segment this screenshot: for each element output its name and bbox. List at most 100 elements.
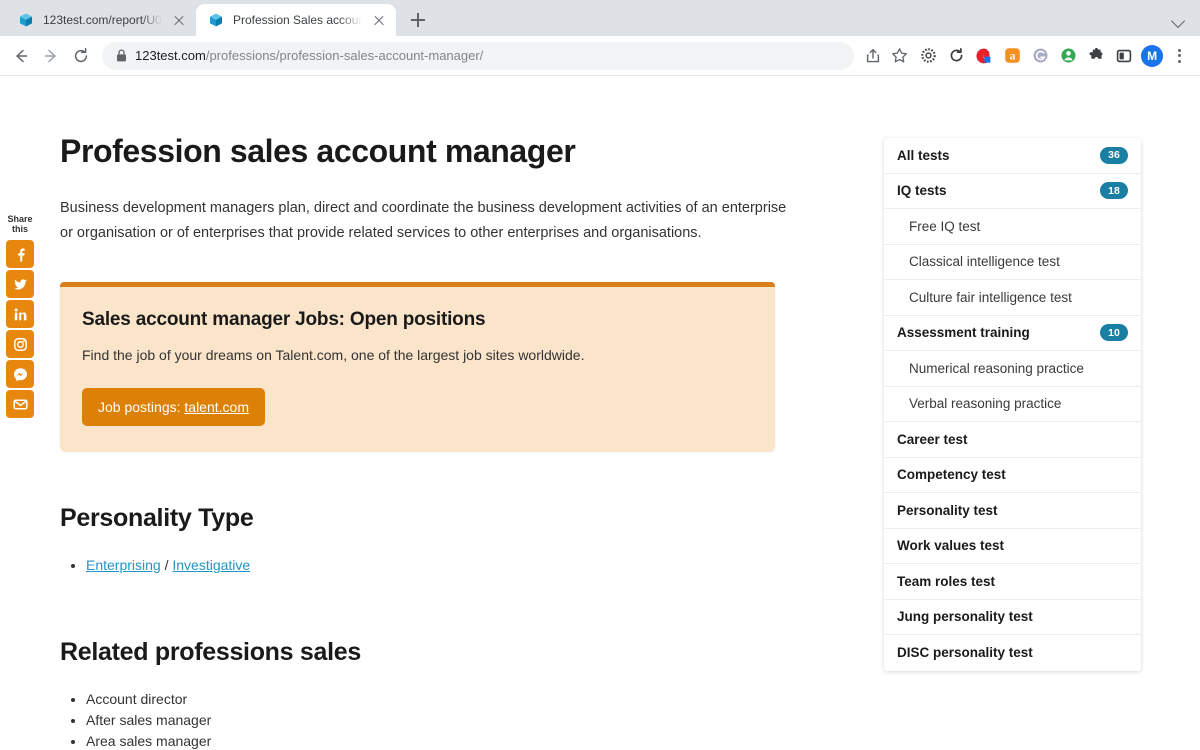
list-item: Account director bbox=[86, 689, 790, 710]
close-icon[interactable] bbox=[371, 12, 387, 28]
list-item: Enterprising / Investigative bbox=[86, 555, 790, 576]
sidebar-item-team-roles-test[interactable]: Team roles test bbox=[884, 564, 1141, 600]
url-path: /professions/profession-sales-account-ma… bbox=[205, 47, 484, 63]
sidebar-item-culture-fair-intelligence-test[interactable]: Culture fair intelligence test bbox=[884, 280, 1141, 316]
sidebar-item-label: Culture fair intelligence test bbox=[909, 289, 1072, 305]
link-separator: / bbox=[160, 557, 173, 573]
sidepanel-icon[interactable] bbox=[1110, 42, 1138, 70]
sidebar-item-free-iq-test[interactable]: Free IQ test bbox=[884, 209, 1141, 245]
extensions-group: a M bbox=[914, 42, 1192, 70]
back-button[interactable] bbox=[6, 41, 36, 71]
share-icon[interactable] bbox=[860, 43, 886, 69]
browser-tab-1[interactable]: 123test.com/report/U0Q3JSN0 bbox=[6, 4, 196, 36]
address-bar[interactable]: 123test.com/professions/profession-sales… bbox=[102, 41, 854, 70]
status-badge: 18 bbox=[1100, 182, 1128, 200]
browser-toolbar: 123test.com/professions/profession-sales… bbox=[0, 36, 1200, 76]
share-label-line1: Share bbox=[7, 214, 33, 224]
page-title: Profession sales account manager bbox=[60, 133, 576, 169]
sidebar-item-numerical-reasoning-practice[interactable]: Numerical reasoning practice bbox=[884, 351, 1141, 387]
messenger-icon bbox=[13, 367, 27, 381]
new-tab-button[interactable] bbox=[404, 6, 432, 34]
email-icon bbox=[12, 398, 28, 410]
sidebar-item-classical-intelligence-test[interactable]: Classical intelligence test bbox=[884, 245, 1141, 280]
sidebar-item-label: IQ tests bbox=[897, 183, 947, 199]
amazon-extension-icon[interactable]: a bbox=[998, 42, 1026, 70]
instagram-icon bbox=[13, 337, 27, 351]
green-person-extension-icon[interactable] bbox=[1054, 42, 1082, 70]
sidebar-item-label: Team roles test bbox=[897, 573, 996, 589]
sidebar-item-competency-test[interactable]: Competency test bbox=[884, 458, 1141, 493]
cta-link-text: talent.com bbox=[184, 399, 249, 415]
related-professions-heading: Related professions sales bbox=[60, 638, 361, 666]
puzzle-extensions-icon[interactable] bbox=[1082, 42, 1110, 70]
close-icon[interactable] bbox=[171, 12, 187, 28]
share-rail-label: Share this bbox=[7, 214, 32, 234]
tab-title: Profession Sales account mana bbox=[233, 13, 362, 27]
sidebar-item-label: Work values test bbox=[897, 538, 1005, 554]
list-item: Area sales manager bbox=[86, 731, 790, 750]
sidebar-item-iq-tests[interactable]: IQ tests 18 bbox=[884, 174, 1141, 209]
sidebar-item-label: Assessment training bbox=[897, 325, 1030, 341]
kebab-menu-icon[interactable] bbox=[1166, 42, 1192, 70]
sidebar-item-label: Numerical reasoning practice bbox=[909, 360, 1084, 376]
tab-strip: 123test.com/report/U0Q3JSN0 Profession S… bbox=[0, 0, 1200, 36]
share-label-line2: this bbox=[11, 224, 28, 234]
twitter-share-button[interactable] bbox=[6, 270, 34, 298]
avatar-initial: M bbox=[1141, 44, 1163, 67]
tests-sidebar-card: All tests 36 IQ tests 18 Free IQ test Classic… bbox=[884, 138, 1141, 671]
sidebar-item-career-test[interactable]: Career test bbox=[884, 422, 1141, 458]
status-badge: 36 bbox=[1100, 146, 1128, 164]
page-viewport: Share this Profession sales account mana… bbox=[0, 76, 1200, 750]
sidebar-item-label: Personality test bbox=[897, 502, 998, 518]
intro-paragraph: Business development managers plan, dire… bbox=[60, 200, 787, 241]
sidebar-item-label: DISC personality test bbox=[897, 645, 1033, 661]
personality-link-investigative[interactable]: Investigative bbox=[172, 557, 250, 573]
messenger-share-button[interactable] bbox=[6, 360, 34, 388]
gear-extension-icon[interactable] bbox=[914, 42, 942, 70]
twitter-icon bbox=[13, 278, 27, 290]
email-share-button[interactable] bbox=[6, 390, 34, 418]
jobs-callout: Sales account manager Jobs: Open positio… bbox=[60, 282, 775, 452]
lock-icon bbox=[117, 49, 126, 62]
callout-body: Find the job of your dreams on Talent.co… bbox=[82, 347, 585, 363]
avatar[interactable]: M bbox=[1138, 42, 1166, 70]
grammarly-extension-icon[interactable] bbox=[1026, 42, 1054, 70]
123test-cube-icon bbox=[210, 13, 222, 27]
sidebar-item-work-values-test[interactable]: Work values test bbox=[884, 529, 1141, 564]
personality-type-list: Enterprising / Investigative bbox=[60, 555, 790, 576]
browser-tab-2[interactable]: Profession Sales account mana bbox=[196, 4, 396, 36]
personality-type-heading: Personality Type bbox=[60, 504, 254, 532]
status-badge: 10 bbox=[1100, 324, 1128, 342]
123test-cube-icon bbox=[20, 13, 32, 27]
sidebar-item-assessment-training[interactable]: Assessment training 10 bbox=[884, 316, 1141, 351]
sidebar-item-label: Classical intelligence test bbox=[909, 254, 1060, 270]
personality-link-enterprising[interactable]: Enterprising bbox=[86, 557, 161, 573]
instagram-share-button[interactable] bbox=[6, 330, 34, 358]
sidebar-item-jung-personality-test[interactable]: Jung personality test bbox=[884, 600, 1141, 635]
sidebar-item-disc-personality-test[interactable]: DISC personality test bbox=[884, 635, 1141, 671]
linkedin-share-button[interactable] bbox=[6, 300, 34, 328]
chevron-down-icon[interactable] bbox=[1164, 5, 1192, 33]
forward-button[interactable] bbox=[36, 41, 66, 71]
reload-button[interactable] bbox=[66, 41, 96, 71]
sidebar-item-label: Free IQ test bbox=[909, 218, 981, 234]
sidebar-item-all-tests[interactable]: All tests 36 bbox=[884, 138, 1141, 174]
facebook-share-button[interactable] bbox=[6, 240, 34, 268]
opera-extension-icon[interactable] bbox=[970, 42, 998, 70]
facebook-icon bbox=[17, 248, 25, 261]
sidebar-item-label: Career test bbox=[897, 431, 968, 447]
sidebar-item-label: Jung personality test bbox=[897, 609, 1033, 625]
url-domain: 123test.com bbox=[135, 47, 206, 63]
sidebar-item-personality-test[interactable]: Personality test bbox=[884, 493, 1141, 529]
article-content: Profession sales account manager Busines… bbox=[60, 76, 790, 750]
tab-title: 123test.com/report/U0Q3JSN0 bbox=[43, 13, 162, 27]
cta-prefix: Job postings: bbox=[98, 399, 185, 415]
svg-text:a: a bbox=[1009, 50, 1015, 62]
job-postings-button[interactable]: Job postings: talent.com bbox=[82, 388, 265, 426]
browser-window: 123test.com/report/U0Q3JSN0 Profession S… bbox=[0, 0, 1200, 750]
sidebar-item-label: Verbal reasoning practice bbox=[909, 396, 1062, 412]
sidebar-item-verbal-reasoning-practice[interactable]: Verbal reasoning practice bbox=[884, 387, 1141, 422]
sidebar-item-label: Competency test bbox=[897, 467, 1006, 483]
sync-extension-icon[interactable] bbox=[942, 42, 970, 70]
star-icon[interactable] bbox=[886, 43, 912, 69]
